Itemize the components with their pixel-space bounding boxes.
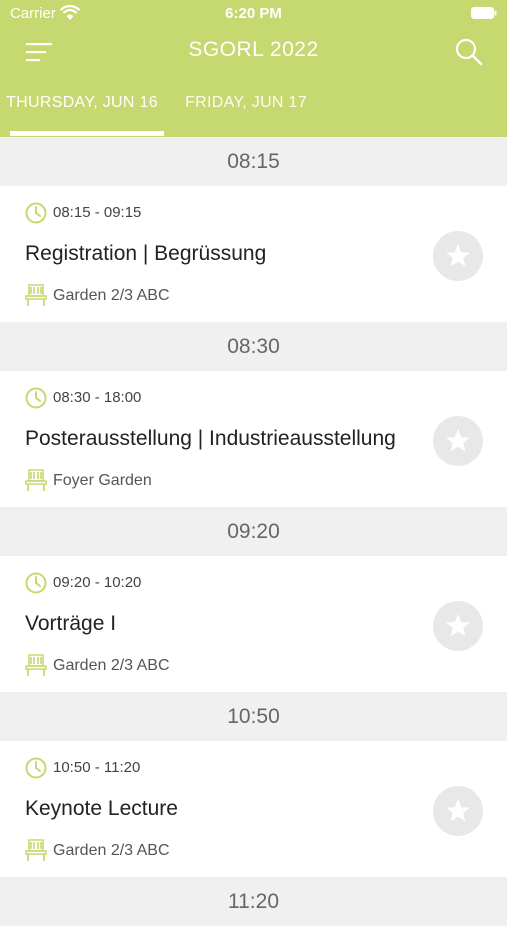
session-card[interactable]: 09:20 - 10:20 Vorträge I Garden 2/3 ABC (0, 556, 507, 692)
status-time: 6:20 PM (225, 5, 282, 22)
session-title: Posterausstellung | Industrieausstellung (25, 427, 396, 450)
tab-friday[interactable]: FRIDAY, JUN 17 (164, 94, 328, 137)
chair-icon (25, 654, 47, 676)
time-header: 10:50 (0, 692, 507, 741)
chair-icon (25, 469, 47, 491)
session-location: Foyer Garden (53, 472, 152, 489)
chair-icon (25, 839, 47, 861)
session-title: Registration | Begrüssung (25, 242, 267, 265)
star-icon (446, 429, 470, 452)
session-time: 09:20 - 10:20 (53, 574, 142, 591)
session-title: Vorträge I (25, 612, 117, 635)
time-header: 08:30 (0, 322, 507, 371)
status-bar: Carrier 6:20 PM (0, 0, 507, 28)
favorite-button[interactable] (433, 416, 483, 466)
session-card[interactable]: 10:50 - 11:20 Keynote Lecture Garden 2/3… (0, 741, 507, 877)
clock-icon (25, 572, 47, 594)
star-icon (446, 244, 470, 267)
session-title: Keynote Lecture (25, 797, 178, 820)
time-header: 09:20 (0, 507, 507, 556)
search-icon[interactable] (455, 38, 483, 66)
session-location: Garden 2/3 ABC (53, 657, 170, 674)
session-location: Garden 2/3 ABC (53, 842, 170, 859)
clock-icon (25, 387, 47, 409)
time-header: 11:20 (0, 877, 507, 926)
session-time: 08:15 - 09:15 (53, 204, 142, 221)
battery-icon (471, 7, 497, 19)
favorite-button[interactable] (433, 601, 483, 651)
session-time: 08:30 - 18:00 (53, 389, 142, 406)
favorite-button[interactable] (433, 231, 483, 281)
session-time: 10:50 - 11:20 (53, 759, 141, 776)
selected-tab-indicator (10, 131, 164, 136)
session-card[interactable]: 08:30 - 18:00 Posterausstellung | Indust… (0, 371, 507, 507)
favorite-button[interactable] (433, 786, 483, 836)
app-header: Carrier 6:20 PM SGORL 2022 THURSDAY, JUN… (0, 0, 507, 137)
time-header: 08:15 (0, 137, 507, 186)
clock-icon (25, 757, 47, 779)
session-card[interactable]: 08:15 - 09:15 Registration | Begrüssung … (0, 186, 507, 322)
clock-icon (25, 202, 47, 224)
star-icon (446, 614, 470, 637)
star-icon (446, 799, 470, 822)
page-title: SGORL 2022 (188, 38, 319, 61)
chair-icon (25, 284, 47, 306)
session-location: Garden 2/3 ABC (53, 287, 170, 304)
